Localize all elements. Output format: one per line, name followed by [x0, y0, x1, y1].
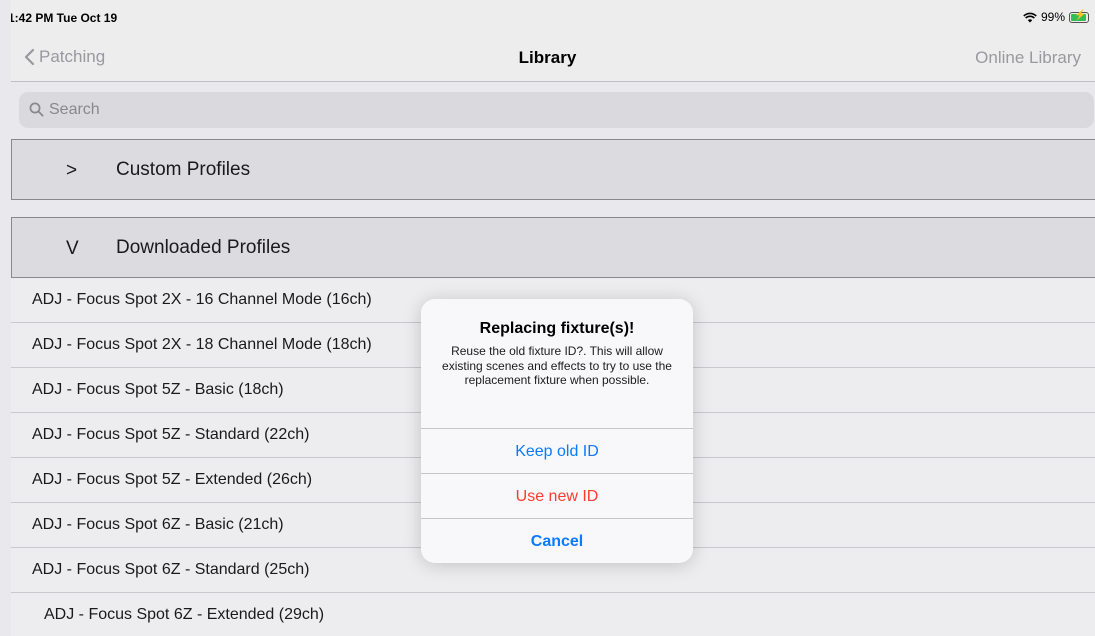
use-new-id-button[interactable]: Use new ID	[421, 473, 693, 518]
replace-fixture-alert: Replacing fixture(s)! Reuse the old fixt…	[421, 299, 693, 563]
alert-title: Replacing fixture(s)!	[479, 320, 635, 337]
alert-message: Reuse the old fixture ID?. This will all…	[442, 344, 672, 387]
keep-old-id-button[interactable]: Keep old ID	[421, 428, 693, 473]
library-screen: 1:42 PM Tue Oct 19 99% ⚡ Patching Librar…	[0, 0, 1095, 636]
cancel-button[interactable]: Cancel	[421, 518, 693, 563]
